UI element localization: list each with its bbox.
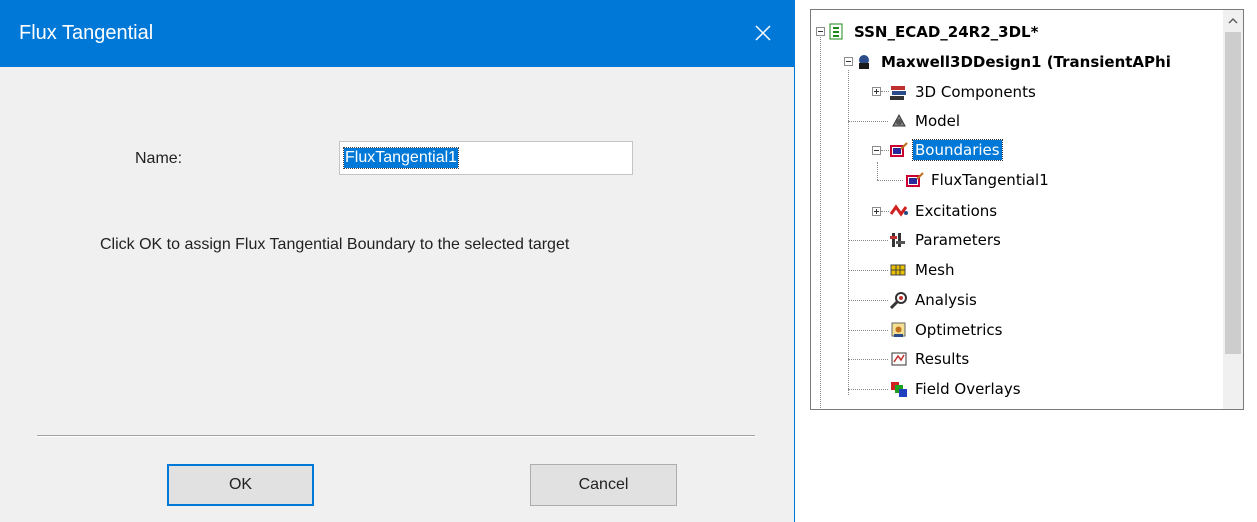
boundaries-icon — [889, 141, 909, 159]
tree-scrollbar[interactable] — [1223, 10, 1243, 409]
tree-item-label: Parameters — [915, 231, 1001, 249]
design-name: Maxwell3DDesign1 (TransientAPhi — [881, 53, 1171, 71]
tree-item-excitations[interactable]: Excitations — [889, 199, 999, 223]
tree-item-label: Mesh — [915, 261, 955, 279]
tree-item-label: Model — [915, 112, 961, 130]
tree-item-results[interactable]: Results — [889, 347, 971, 371]
tree-line — [877, 162, 878, 180]
project-icon — [828, 23, 848, 41]
dialog-titlebar: Flux Tangential — [0, 0, 794, 67]
tree-line — [820, 32, 821, 409]
tree-item-label: Field Overlays — [915, 380, 1021, 398]
tree-line — [881, 150, 889, 151]
scrollbar-thumb[interactable] — [1225, 32, 1241, 354]
dialog-separator — [37, 435, 755, 437]
assign-hint-text: Click OK to assign Flux Tangential Bound… — [100, 236, 570, 253]
project-collapse-icon[interactable] — [816, 27, 825, 36]
name-input[interactable]: FluxTangential1 — [339, 141, 633, 175]
tree-item-3d-components[interactable]: 3D Components — [889, 80, 1038, 104]
tree-item-model[interactable]: Model — [889, 109, 962, 133]
tree-line — [881, 91, 889, 92]
results-icon — [889, 350, 909, 368]
tree-item-label: Results — [915, 350, 970, 368]
tree-item-label: Analysis — [915, 291, 977, 309]
tree-line — [848, 359, 888, 360]
tree-line — [848, 240, 888, 241]
tree-item-label: Optimetrics — [915, 321, 1003, 339]
tree-line — [848, 121, 888, 122]
tree-item-fluxtangential1[interactable]: FluxTangential1 — [905, 168, 1051, 192]
tree-item-parameters[interactable]: Parameters — [889, 228, 1003, 252]
tree-project-node[interactable]: SSN_ECAD_24R2_3DL* — [828, 20, 1040, 44]
tree-item-label: Boundaries — [912, 139, 1003, 161]
design-icon — [855, 53, 875, 71]
close-icon[interactable] — [742, 12, 784, 54]
tree-item-label: Excitations — [915, 202, 998, 220]
scroll-up-arrow-icon[interactable] — [1223, 10, 1243, 32]
name-input-value[interactable]: FluxTangential1 — [342, 147, 460, 169]
cancel-button[interactable]: Cancel — [530, 464, 677, 506]
tree-design-node[interactable]: Maxwell3DDesign1 (TransientAPhi — [855, 50, 1173, 74]
tree-line — [848, 300, 888, 301]
collapse-icon[interactable] — [872, 146, 881, 155]
tree-line — [848, 330, 888, 331]
model-icon — [889, 112, 909, 130]
tree-item-field-overlays[interactable]: Field Overlays — [889, 377, 1023, 401]
boundary-item-icon — [905, 171, 925, 189]
tree-line — [848, 70, 849, 395]
expand-icon[interactable] — [872, 87, 881, 96]
mesh-icon — [889, 261, 909, 279]
expand-icon[interactable] — [872, 207, 881, 216]
tree-item-label: 3D Components — [915, 83, 1036, 101]
tree-line — [881, 211, 889, 212]
dialog-title: Flux Tangential — [19, 22, 154, 44]
tree-line — [848, 389, 888, 390]
name-label: Name: — [135, 150, 183, 167]
ok-button[interactable]: OK — [167, 464, 314, 506]
parameters-icon — [889, 231, 909, 249]
project-name: SSN_ECAD_24R2_3DL* — [854, 23, 1039, 41]
tree-item-mesh[interactable]: Mesh — [889, 258, 957, 282]
design-collapse-icon[interactable] — [844, 57, 853, 66]
tree-line — [877, 180, 903, 181]
excitations-icon — [889, 202, 909, 220]
analysis-icon — [889, 291, 909, 310]
field-overlays-icon — [889, 380, 909, 398]
flux-tangential-dialog: Flux Tangential Name: FluxTangential1 Cl… — [0, 0, 795, 522]
tree-line — [848, 270, 888, 271]
tree-item-analysis[interactable]: Analysis — [889, 288, 979, 312]
components-icon — [889, 83, 909, 101]
tree-item-label: FluxTangential1 — [931, 171, 1049, 189]
tree-item-boundaries[interactable]: Boundaries — [889, 138, 1003, 162]
project-tree[interactable]: SSN_ECAD_24R2_3DL* Maxwell3DDesign1 (Tra… — [810, 9, 1244, 410]
optimetrics-icon — [889, 321, 909, 339]
tree-item-optimetrics[interactable]: Optimetrics — [889, 318, 1005, 342]
